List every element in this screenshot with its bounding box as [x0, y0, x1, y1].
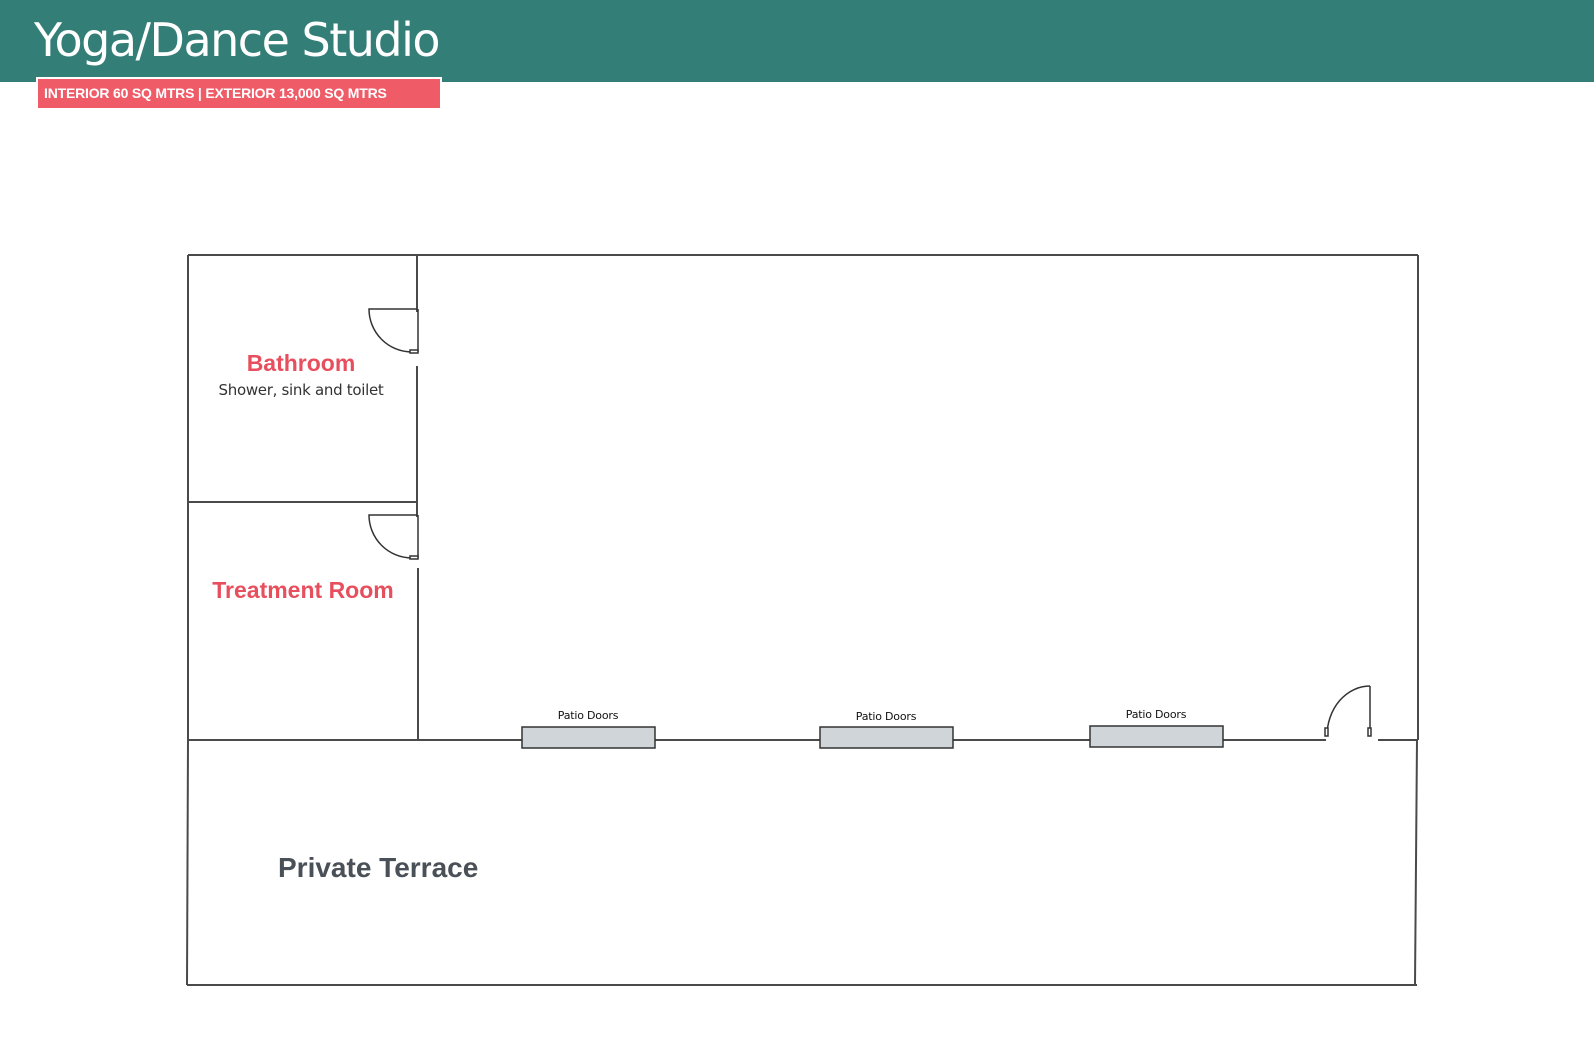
terrace-east-edge — [1414, 739, 1418, 986]
patio-door-2-label: Patio Doors — [855, 710, 917, 723]
bathroom-door — [368, 308, 419, 354]
bathroom-description: Shower, sink and toilet — [218, 381, 384, 399]
treatment-door — [368, 514, 419, 560]
private-terrace-label: Private Terrace — [278, 852, 479, 883]
patio-door-1 — [521, 726, 656, 749]
bathroom-label: Bathroom — [246, 350, 356, 376]
patio-door-3-label: Patio Doors — [1125, 708, 1187, 721]
terrace-west-edge — [186, 739, 189, 986]
patio-door-1-label: Patio Doors — [557, 709, 619, 722]
floor-plan — [186, 254, 1419, 986]
patio-door-3 — [1089, 725, 1224, 748]
treatment-room-label: Treatment Room — [212, 577, 394, 603]
terrace-door — [1324, 685, 1372, 737]
patio-door-2 — [819, 726, 954, 749]
